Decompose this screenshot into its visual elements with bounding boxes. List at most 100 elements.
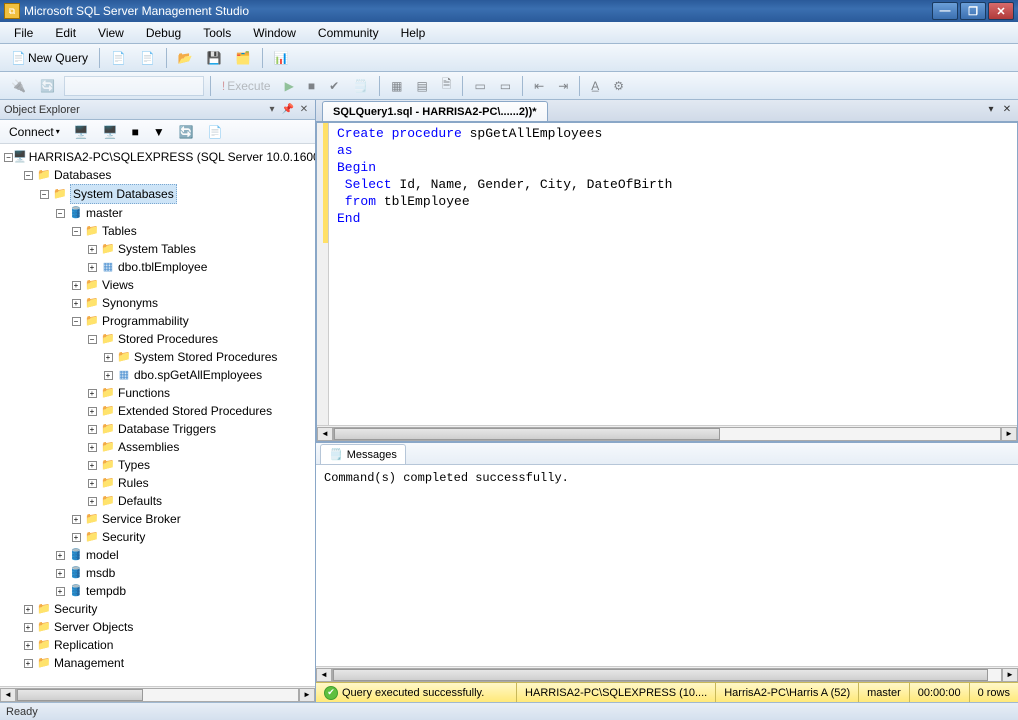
specify-values-icon[interactable]: A̲	[586, 75, 604, 97]
tree-horizontal-scrollbar[interactable]: ◄ ►	[0, 686, 315, 702]
tree-assemblies[interactable]: Assemblies	[118, 438, 179, 456]
decrease-indent-icon[interactable]: ⇤	[529, 75, 549, 97]
new-query-icon: 📄	[11, 51, 26, 65]
tree-extended-stored-procedures[interactable]: Extended Stored Procedures	[118, 402, 272, 420]
separator	[166, 48, 167, 68]
disconnect-icon[interactable]: 🖥️	[69, 122, 94, 142]
messages-horizontal-scrollbar[interactable]: ◄ ►	[316, 666, 1018, 682]
tree-master[interactable]: master	[86, 204, 123, 222]
new-db-query-icon[interactable]: 📄	[135, 47, 160, 69]
document-tab-strip: SQLQuery1.sql - HARRISA2-PC\......2))* ▾…	[316, 100, 1018, 122]
object-explorer-tree[interactable]: − 🖥️ HARRISA2-PC\SQLEXPRESS (SQL Server …	[0, 144, 315, 686]
messages-body[interactable]: Command(s) completed successfully.	[316, 465, 1018, 666]
tree-security[interactable]: Security	[54, 600, 97, 618]
panel-dropdown-icon[interactable]: ▾	[265, 103, 279, 117]
sql-query-tab[interactable]: SQLQuery1.sql - HARRISA2-PC\......2))*	[322, 101, 548, 121]
execute-button[interactable]: ! Execute	[217, 75, 276, 97]
tree-tempdb[interactable]: tempdb	[86, 582, 126, 600]
tree-management[interactable]: Management	[54, 654, 124, 672]
tree-server-objects[interactable]: Server Objects	[54, 618, 133, 636]
code-editor[interactable]: Create procedure spGetAllEmployees as Be…	[316, 122, 1018, 442]
maximize-button[interactable]: ❐	[960, 2, 986, 20]
parse-icon[interactable]: ✔	[324, 75, 344, 97]
code-text[interactable]: Create procedure spGetAllEmployees as Be…	[329, 123, 680, 425]
tree-spgetallemployees[interactable]: dbo.spGetAllEmployees	[134, 366, 262, 384]
refresh-icon[interactable]: 🔄	[174, 122, 199, 142]
tree-defaults[interactable]: Defaults	[118, 492, 162, 510]
tab-label: SQLQuery1.sql - HARRISA2-PC\......2))*	[333, 106, 537, 118]
results-file-icon[interactable]: 🗎	[437, 75, 457, 97]
tree-system-tables[interactable]: System Tables	[118, 240, 196, 258]
tab-close-icon[interactable]: ✕	[1000, 102, 1014, 116]
save-all-icon[interactable]: 🗂️	[231, 47, 256, 69]
uncomment-icon[interactable]: ▭	[495, 75, 516, 97]
tree-service-broker[interactable]: Service Broker	[102, 510, 181, 528]
panel-pin-icon[interactable]: 📌	[281, 103, 295, 117]
menu-edit[interactable]: Edit	[47, 24, 84, 42]
filter-icon[interactable]: ▼	[148, 122, 170, 142]
intellisense-icon[interactable]: ⚙	[608, 75, 629, 97]
tree-tblemployee[interactable]: dbo.tblEmployee	[118, 258, 207, 276]
editor-pane: SQLQuery1.sql - HARRISA2-PC\......2))* ▾…	[316, 100, 1018, 702]
tree-database-triggers[interactable]: Database Triggers	[118, 420, 216, 438]
tree-synonyms[interactable]: Synonyms	[102, 294, 158, 312]
separator	[99, 48, 100, 68]
tree-server[interactable]: HARRISA2-PC\SQLEXPRESS (SQL Server 10.0.…	[29, 148, 315, 166]
increase-indent-icon[interactable]: ⇥	[553, 75, 573, 97]
database-combobox[interactable]	[64, 76, 204, 96]
separator	[262, 48, 263, 68]
close-button[interactable]: ✕	[988, 2, 1014, 20]
status-server: HARRISA2-PC\SQLEXPRESS (10....	[517, 683, 716, 702]
tree-databases[interactable]: Databases	[54, 166, 111, 184]
menu-debug[interactable]: Debug	[138, 24, 189, 42]
tree-programmability[interactable]: Programmability	[102, 312, 189, 330]
folder-icon: 📁	[36, 655, 52, 671]
tab-dropdown-icon[interactable]: ▾	[984, 102, 998, 116]
open-file-icon[interactable]: 📂	[173, 47, 198, 69]
menu-file[interactable]: File	[6, 24, 41, 42]
save-icon[interactable]: 💾	[202, 47, 227, 69]
tree-functions[interactable]: Functions	[118, 384, 170, 402]
connect-button[interactable]: Connect▾	[4, 122, 65, 142]
tree-model[interactable]: model	[86, 546, 119, 564]
change-connection-icon[interactable]: 🔄	[35, 75, 60, 97]
tree-tables[interactable]: Tables	[102, 222, 137, 240]
comment-icon[interactable]: ▭	[469, 75, 490, 97]
tree-rules[interactable]: Rules	[118, 474, 149, 492]
folder-icon: 📁	[36, 167, 52, 183]
results-text-icon[interactable]: ▤	[411, 75, 432, 97]
folder-icon: 📁	[84, 511, 100, 527]
tree-types[interactable]: Types	[118, 456, 150, 474]
tree-security-db[interactable]: Security	[102, 528, 145, 546]
new-query-button[interactable]: 📄 New Query	[6, 47, 93, 69]
menu-view[interactable]: View	[90, 24, 132, 42]
debug-button[interactable]: ▶	[280, 75, 299, 97]
estimated-plan-icon[interactable]: 🗒️	[348, 75, 373, 97]
new-blank-icon[interactable]: 📄	[106, 47, 131, 69]
menu-window[interactable]: Window	[245, 24, 304, 42]
summary-icon[interactable]: 📄	[203, 122, 228, 142]
status-time: 00:00:00	[910, 683, 970, 702]
results-grid-icon[interactable]: ▦	[386, 75, 407, 97]
menu-help[interactable]: Help	[393, 24, 434, 42]
tree-msdb[interactable]: msdb	[86, 564, 115, 582]
stop-button[interactable]: ■	[303, 75, 320, 97]
messages-tab[interactable]: 🗒️ Messages	[320, 444, 406, 464]
editor-horizontal-scrollbar[interactable]: ◄ ►	[317, 425, 1017, 441]
tree-system-stored-procedures[interactable]: System Stored Procedures	[134, 348, 277, 366]
menu-community[interactable]: Community	[310, 24, 387, 42]
panel-close-icon[interactable]: ✕	[297, 103, 311, 117]
separator	[579, 76, 580, 96]
query-status-text: Query executed successfully.	[342, 687, 484, 699]
tree-system-databases[interactable]: System Databases	[70, 184, 177, 204]
tree-replication[interactable]: Replication	[54, 636, 113, 654]
stop-cb-icon[interactable]: ■	[127, 122, 144, 142]
activity-monitor-icon[interactable]: 📊	[269, 47, 294, 69]
disconnect-red-icon[interactable]: 🖥️	[98, 122, 123, 142]
minimize-button[interactable]: —	[932, 2, 958, 20]
menu-tools[interactable]: Tools	[195, 24, 239, 42]
db-connect-icon[interactable]: 🔌	[6, 75, 31, 97]
tree-stored-procedures[interactable]: Stored Procedures	[118, 330, 218, 348]
folder-icon: 📁	[84, 529, 100, 545]
tree-views[interactable]: Views	[102, 276, 134, 294]
